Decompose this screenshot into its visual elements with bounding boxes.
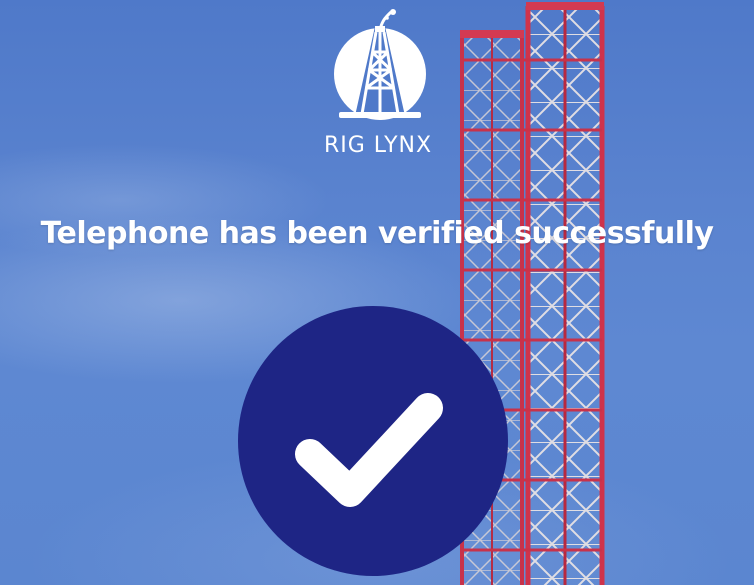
checkmark-icon (295, 393, 443, 507)
brand-name: RIG LYNX (323, 133, 433, 158)
rig-lynx-logo: RIG LYNX (298, 8, 458, 160)
oil-rig-icon (334, 9, 426, 120)
success-badge (238, 306, 508, 576)
verification-message: Telephone has been verified successfully (40, 216, 714, 251)
verification-screen: RIG LYNX Telephone has been verified suc… (0, 0, 754, 585)
